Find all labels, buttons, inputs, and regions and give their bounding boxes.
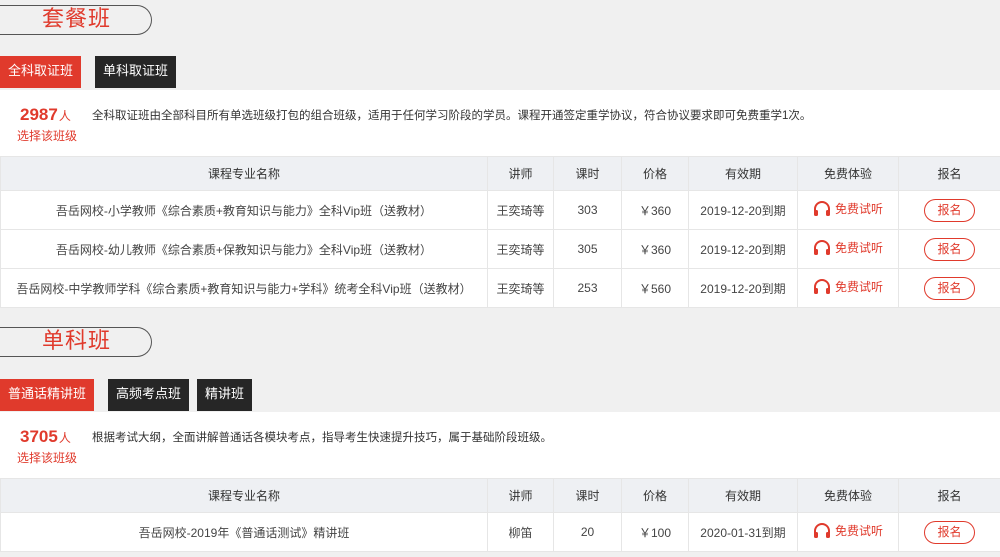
- class-summary: 2987人 选择该班级 全科取证班由全部科目所有单选班级打包的组合班级，适用于任…: [0, 90, 1000, 156]
- course-panel-single: 3705人 选择该班级 根据考试大纲，全面讲解普通话各模块考点，指导考生快速提升…: [0, 412, 1000, 552]
- course-teacher: 柳笛: [487, 512, 554, 552]
- course-teacher: 王奕琦等: [487, 190, 554, 230]
- course-table: 课程专业名称 讲师 课时 价格 有效期 免费体验 报名 吾岳网校-2019年《普…: [0, 478, 1000, 552]
- course-valid: 2019-12-20到期: [688, 268, 798, 308]
- class-summary: 3705人 选择该班级 根据考试大纲，全面讲解普通话各模块考点，指导考生快速提升…: [0, 412, 1000, 478]
- course-name: 吾岳网校-小学教师《综合素质+教育知识与能力》全科Vip班（送教材）: [0, 190, 488, 230]
- course-hours: 253: [553, 268, 622, 308]
- tab-single-subject[interactable]: 单科取证班: [95, 56, 177, 88]
- table-row: 吾岳网校-2019年《普通话测试》精讲班 柳笛 20 ￥100 2020-01-…: [0, 512, 1000, 552]
- col-header-enroll: 报名: [898, 156, 1000, 191]
- course-table: 课程专业名称 讲师 课时 价格 有效期 免费体验 报名 吾岳网校-小学教师《综合…: [0, 156, 1000, 308]
- course-hours: 303: [553, 190, 622, 230]
- class-description: 根据考试大纲，全面讲解普通话各模块考点，指导考生快速提升技巧，属于基础阶段班级。: [92, 432, 552, 444]
- course-name: 吾岳网校-幼儿教师《综合素质+保教知识与能力》全科Vip班（送教材）: [0, 229, 488, 269]
- enrolled-count: 2987人: [20, 105, 71, 124]
- enroll-button[interactable]: 报名: [924, 198, 975, 222]
- col-header-teacher: 讲师: [487, 156, 554, 191]
- col-header-price: 价格: [621, 156, 689, 191]
- course-price: ￥560: [621, 268, 689, 308]
- table-header-row: 课程专业名称 讲师 课时 价格 有效期 免费体验 报名: [0, 156, 1000, 191]
- enroll-button[interactable]: 报名: [924, 276, 975, 300]
- col-header-name: 课程专业名称: [0, 478, 488, 513]
- section-title: 套餐班: [42, 7, 112, 32]
- col-header-trial: 免费体验: [797, 156, 899, 191]
- col-header-teacher: 讲师: [487, 478, 554, 513]
- choose-class-link[interactable]: 选择该班级: [17, 449, 77, 466]
- tab-high-frequency[interactable]: 高频考点班: [108, 379, 190, 411]
- section-heading-single: 单科班: [0, 327, 152, 357]
- course-price: ￥360: [621, 190, 689, 230]
- course-valid: 2020-01-31到期: [688, 512, 798, 552]
- course-name: 吾岳网校-中学教师学科《综合素质+教育知识与能力+学科》统考全科Vip班（送教材…: [0, 268, 488, 308]
- course-price: ￥360: [621, 229, 689, 269]
- col-header-hours: 课时: [553, 478, 622, 513]
- course-price: ￥100: [621, 512, 689, 552]
- table-row: 吾岳网校-中学教师学科《综合素质+教育知识与能力+学科》统考全科Vip班（送教材…: [0, 268, 1000, 308]
- free-trial-link[interactable]: 免费试听: [813, 522, 883, 539]
- course-hours: 305: [553, 229, 622, 269]
- col-header-trial: 免费体验: [797, 478, 899, 513]
- col-header-valid: 有效期: [688, 478, 798, 513]
- tab-mandarin-intensive[interactable]: 普通话精讲班: [0, 379, 95, 411]
- course-valid: 2019-12-20到期: [688, 190, 798, 230]
- enroll-button[interactable]: 报名: [924, 237, 975, 261]
- section-title: 单科班: [42, 329, 112, 354]
- tab-full-subject[interactable]: 全科取证班: [0, 56, 82, 88]
- free-trial-link[interactable]: 免费试听: [813, 239, 883, 256]
- col-header-price: 价格: [621, 478, 689, 513]
- course-panel-package: 2987人 选择该班级 全科取证班由全部科目所有单选班级打包的组合班级，适用于任…: [0, 90, 1000, 308]
- tab-bar-single: 普通话精讲班 高频考点班 精讲班: [0, 379, 260, 411]
- headset-icon: [813, 200, 830, 216]
- col-header-valid: 有效期: [688, 156, 798, 191]
- course-name: 吾岳网校-2019年《普通话测试》精讲班: [0, 512, 488, 552]
- choose-class-link[interactable]: 选择该班级: [17, 127, 77, 144]
- headset-icon: [813, 239, 830, 255]
- free-trial-link[interactable]: 免费试听: [813, 278, 883, 295]
- class-description: 全科取证班由全部科目所有单选班级打包的组合班级，适用于任何学习阶段的学员。课程开…: [92, 110, 812, 122]
- enrolled-count: 3705人: [20, 427, 71, 446]
- course-hours: 20: [553, 512, 622, 552]
- col-header-hours: 课时: [553, 156, 622, 191]
- tab-intensive[interactable]: 精讲班: [197, 379, 253, 411]
- table-row: 吾岳网校-小学教师《综合素质+教育知识与能力》全科Vip班（送教材） 王奕琦等 …: [0, 190, 1000, 230]
- tab-bar-package: 全科取证班 单科取证班: [0, 56, 184, 88]
- col-header-name: 课程专业名称: [0, 156, 488, 191]
- enroll-button[interactable]: 报名: [924, 520, 975, 544]
- course-teacher: 王奕琦等: [487, 229, 554, 269]
- col-header-enroll: 报名: [898, 478, 1000, 513]
- headset-icon: [813, 522, 830, 538]
- course-teacher: 王奕琦等: [487, 268, 554, 308]
- course-valid: 2019-12-20到期: [688, 229, 798, 269]
- table-header-row: 课程专业名称 讲师 课时 价格 有效期 免费体验 报名: [0, 478, 1000, 513]
- table-row: 吾岳网校-幼儿教师《综合素质+保教知识与能力》全科Vip班（送教材） 王奕琦等 …: [0, 229, 1000, 269]
- headset-icon: [813, 278, 830, 294]
- free-trial-link[interactable]: 免费试听: [813, 200, 883, 217]
- section-heading-package: 套餐班: [0, 5, 152, 35]
